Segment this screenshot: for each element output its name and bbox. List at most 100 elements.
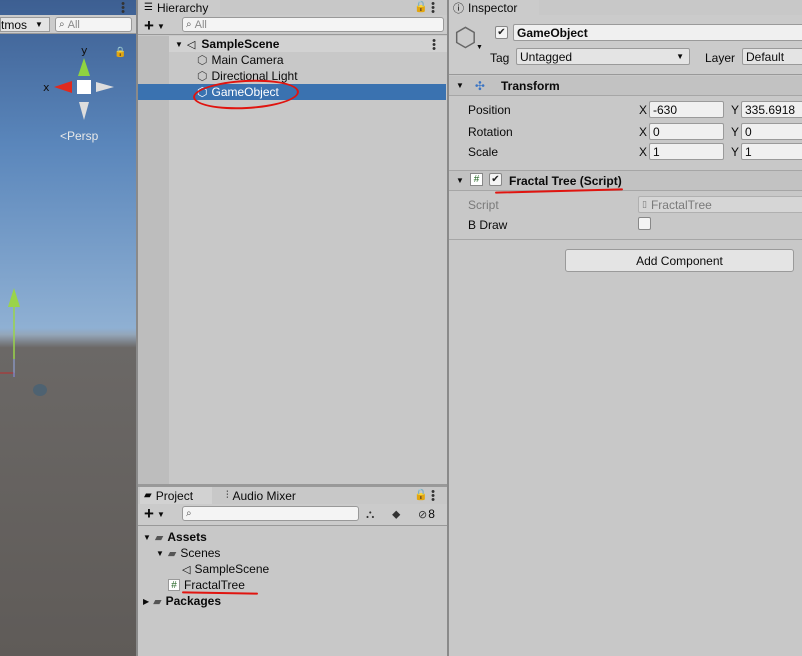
y-label[interactable]: Y — [731, 125, 739, 139]
scene-name: SampleScene — [201, 37, 280, 51]
scene-light-object[interactable] — [33, 384, 47, 396]
scene-row[interactable]: ▼ ◁ SampleScene — [169, 36, 448, 52]
tag-dropdown[interactable]: Untagged ▼ — [516, 48, 690, 65]
layer-label: Layer — [705, 51, 736, 65]
script-object-field: ▯ FractalTree — [638, 196, 802, 213]
position-x-input[interactable]: -630 — [649, 101, 724, 118]
cube-icon: ⬡ — [197, 69, 208, 83]
collapse-triangle-icon[interactable]: ▼ — [456, 176, 464, 185]
hierarchy-search-input[interactable]: ⌕ All — [182, 17, 444, 32]
project-tab[interactable]: ▰ Project — [140, 487, 212, 504]
eye-slash-icon: ⊘ — [418, 508, 428, 521]
search-icon: ⌕ — [186, 19, 192, 30]
inspector-tab-label: Inspector — [468, 0, 518, 15]
scale-label: Scale — [468, 145, 499, 159]
gizmos-dropdown[interactable]: tmos ▼ — [0, 17, 50, 32]
inspector-tab[interactable]: ⓘ Inspector — [449, 0, 539, 15]
script-hash-icon: # — [168, 579, 180, 591]
add-label: + — [144, 16, 154, 35]
tree-item-label: FractalTree — [184, 578, 245, 592]
tag-value: Untagged — [520, 49, 573, 64]
unity-scene-icon: ◁ — [182, 563, 191, 576]
lock-icon[interactable]: 🔒 — [114, 47, 126, 58]
folder-icon: ▰ — [153, 595, 162, 608]
lock-icon[interactable]: 🔒 — [414, 488, 428, 501]
hierarchy-menu-icon[interactable]: • • • — [431, 0, 435, 18]
expand-triangle-icon[interactable]: ▼ — [156, 549, 164, 558]
scene-menu-icon[interactable]: • • • — [121, 0, 125, 18]
expand-triangle-icon[interactable]: ▼ — [143, 533, 151, 542]
gizmos-label: tmos — [1, 17, 28, 32]
inspector-panel: ⓘ Inspector ⬡ ▼ ✔ GameObject Tag Untagge… — [449, 0, 802, 656]
hierarchy-search-placeholder: All — [194, 18, 207, 31]
rotation-x-input[interactable]: 0 — [649, 123, 724, 140]
hidden-packages-toggle[interactable]: ⊘ 8 — [418, 507, 435, 521]
rotation-y-input[interactable]: 0 — [741, 123, 802, 140]
hierarchy-gutter — [138, 36, 169, 484]
hierarchy-add-button[interactable]: + ▼ — [144, 16, 165, 36]
scene-row-menu-icon[interactable]: • • • — [432, 36, 436, 55]
project-add-button[interactable]: + ▼ — [144, 504, 165, 524]
persp-label[interactable]: <Persp — [60, 129, 98, 143]
collapse-triangle-icon[interactable]: ▼ — [456, 81, 464, 90]
object-name-input[interactable]: GameObject — [513, 24, 802, 41]
component-enabled-checkbox[interactable]: ✔ — [489, 173, 502, 186]
search-icon: ⌕ — [59, 19, 65, 30]
position-label: Position — [468, 103, 511, 117]
y-label[interactable]: Y — [731, 103, 739, 117]
hierarchy-tab[interactable]: ☰ Hierarchy — [140, 0, 220, 15]
scene-move-handle[interactable] — [0, 285, 30, 385]
list-item[interactable]: ⬡ Main Camera — [169, 52, 448, 68]
x-label[interactable]: X — [639, 125, 647, 139]
list-item[interactable]: ⬡ Directional Light — [169, 68, 448, 84]
scene-search-placeholder: All — [67, 18, 80, 31]
layer-value: Default — [746, 49, 785, 64]
folder-icon: ▰ — [154, 531, 164, 544]
scene-search-input[interactable]: ⌕ All — [55, 17, 132, 32]
filter-by-type-icon[interactable]: ⛬ — [366, 507, 374, 522]
gizmo-y-cone — [78, 58, 90, 76]
chevron-down-icon[interactable]: ▼ — [476, 44, 483, 51]
x-label[interactable]: X — [639, 145, 647, 159]
layer-dropdown[interactable]: Default — [742, 48, 802, 65]
chevron-down-icon: ▼ — [35, 20, 43, 29]
project-menu-icon[interactable]: • • • — [431, 487, 435, 506]
x-label[interactable]: X — [639, 103, 647, 117]
filter-by-label-icon[interactable]: ⬥ — [392, 507, 400, 522]
gizmo-x-cone — [54, 81, 72, 93]
gizmo-x-label: x — [43, 81, 50, 94]
add-component-label: Add Component — [636, 253, 723, 268]
position-y-input[interactable]: 335.6918 — [741, 101, 802, 118]
project-search-input[interactable]: ⌕ — [182, 506, 359, 521]
scale-y-input[interactable]: 1 — [741, 143, 802, 160]
transform-axes-icon: ✣ — [474, 78, 485, 93]
expand-triangle-icon[interactable]: ▶ — [143, 597, 149, 606]
chevron-down-icon: ▼ — [676, 52, 684, 61]
lock-icon[interactable]: 🔒 — [414, 0, 428, 13]
tree-item-label: Scenes — [180, 546, 221, 560]
rotation-label: Rotation — [468, 125, 513, 139]
list-item-label: Main Camera — [211, 53, 284, 67]
bdraw-checkbox[interactable] — [638, 217, 651, 230]
script-label: Script — [468, 198, 499, 212]
expand-triangle-icon[interactable]: ▼ — [175, 40, 183, 49]
transform-header[interactable]: ▼ ✣ Transform — [449, 76, 802, 96]
gizmo-center-cube — [77, 80, 91, 94]
chevron-down-icon: ▼ — [156, 21, 165, 31]
hierarchy-panel: ☰ Hierarchy 🔒 • • • + ▼ ⌕ All ▼ ◁ SampleSc… — [138, 0, 448, 484]
scale-x-input[interactable]: 1 — [649, 143, 724, 160]
y-label[interactable]: Y — [731, 145, 739, 159]
tree-item-scenes[interactable]: ▼ ▰ Scenes — [156, 545, 220, 561]
active-checkbox[interactable]: ✔ — [495, 26, 508, 39]
folder-icon: ▰ — [144, 490, 152, 501]
info-icon: ⓘ — [453, 2, 464, 15]
unity-scene-icon: ◁ — [186, 38, 196, 51]
tree-item-samplescene[interactable]: ◁ SampleScene — [182, 561, 269, 577]
tree-item-fractaltree[interactable]: # FractalTree — [168, 577, 245, 593]
add-component-button[interactable]: Add Component — [565, 249, 794, 272]
add-label: + — [144, 504, 154, 523]
scene-view[interactable]: tmos ▼ ⌕ All • • • y x 🔒 <Persp — [0, 0, 136, 656]
tree-item-assets[interactable]: ▼ ▰ Assets — [143, 529, 207, 545]
tree-item-packages[interactable]: ▶ ▰ Packages — [143, 593, 221, 609]
audio-mixer-tab[interactable]: ⫶ Audio Mixer — [222, 487, 322, 504]
